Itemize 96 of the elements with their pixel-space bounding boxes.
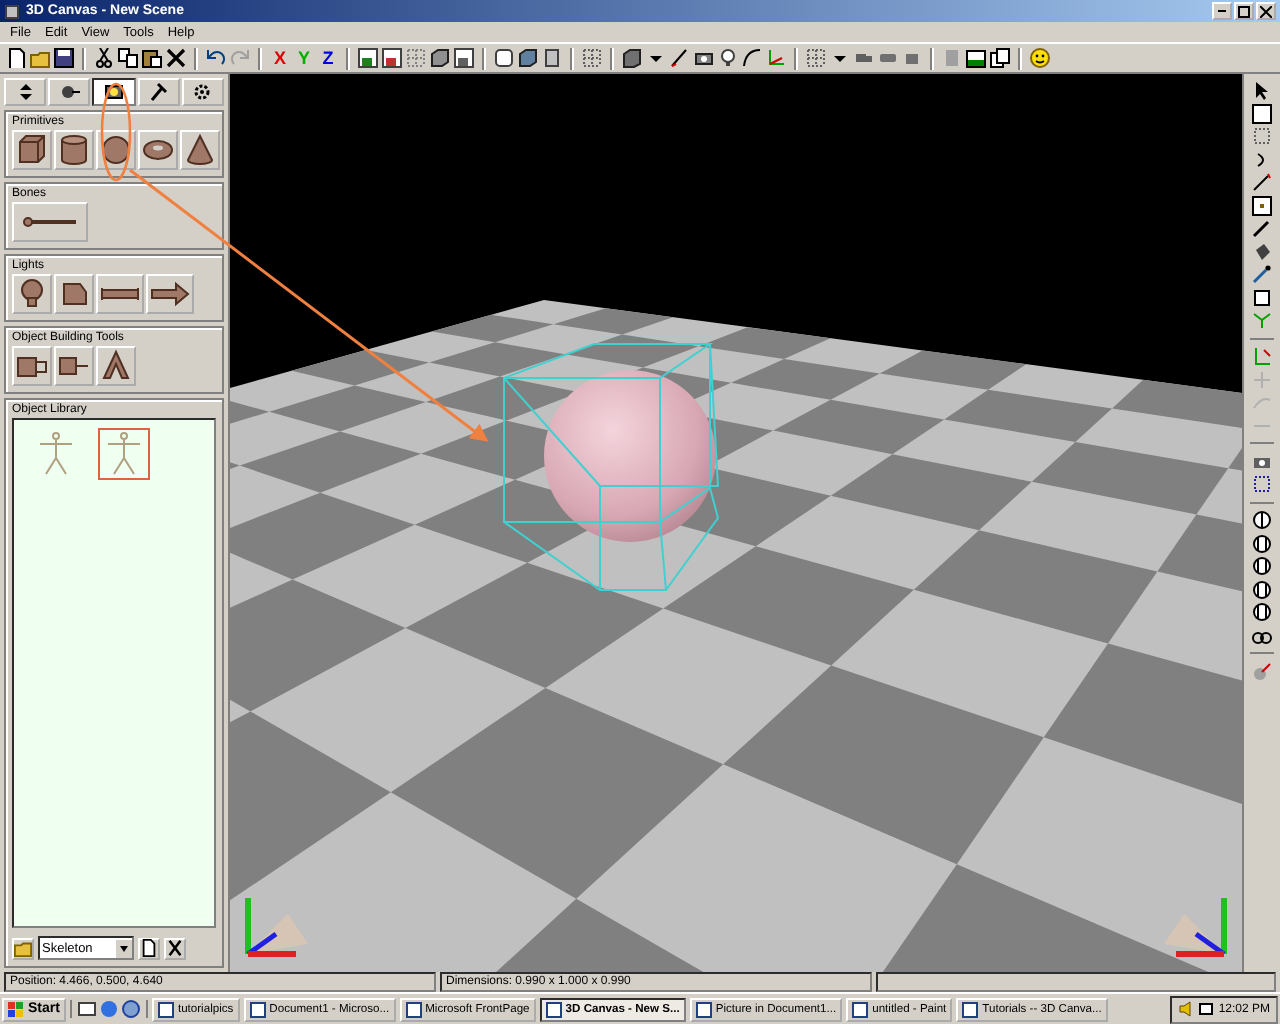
close-icon	[1260, 5, 1272, 17]
undo-icon[interactable]	[206, 48, 226, 68]
axis-toggle-button[interactable]: Z	[318, 48, 338, 68]
square-icon[interactable]	[1252, 287, 1273, 307]
tool-button[interactable]	[54, 346, 94, 386]
window-icon	[545, 1001, 562, 1017]
delete-x-icon[interactable]	[166, 48, 186, 68]
delete-x-icon	[166, 938, 184, 958]
dotted-square-icon[interactable]	[1252, 126, 1273, 146]
window-icon	[695, 1001, 712, 1017]
tool-button[interactable]	[54, 130, 94, 170]
dotted-square-icon[interactable]	[1252, 474, 1273, 494]
square-icon[interactable]	[1252, 103, 1273, 123]
desktop-icon[interactable]	[77, 1000, 96, 1018]
circle-icon[interactable]	[1252, 556, 1273, 576]
tool-button[interactable]	[12, 274, 52, 314]
app-icon	[4, 3, 20, 19]
frame-icon[interactable]	[358, 48, 378, 68]
small-block-icon[interactable]	[902, 48, 922, 68]
smiley-icon[interactable]	[1030, 48, 1050, 68]
axis-gizmo-drawing	[245, 898, 308, 957]
window-icon	[249, 1001, 266, 1017]
maximize-button[interactable]	[1234, 2, 1254, 20]
dropdown-arrow-icon	[116, 939, 132, 957]
window-icon	[852, 1001, 869, 1017]
cone-icon	[182, 132, 218, 168]
globe-icon[interactable]	[121, 1000, 140, 1018]
tool-button[interactable]	[138, 130, 178, 170]
window-icon	[962, 1001, 979, 1017]
tool-button[interactable]	[180, 130, 220, 170]
window-icon	[405, 1001, 422, 1017]
axes-icon[interactable]	[766, 48, 786, 68]
page-icon	[140, 938, 158, 958]
tool-button[interactable]	[54, 274, 94, 314]
letter-a-shape-icon	[98, 348, 134, 384]
new-item-button[interactable]	[138, 937, 160, 959]
dotted-grid-icon[interactable]	[806, 48, 826, 68]
axes-icon[interactable]	[1252, 346, 1273, 366]
hammer-icon	[148, 82, 169, 102]
paste-icon[interactable]	[142, 48, 162, 68]
minimize-icon	[1218, 10, 1226, 12]
circle-icon[interactable]	[1252, 533, 1273, 553]
open-folder-button[interactable]	[12, 937, 34, 959]
tool-button[interactable]	[12, 346, 52, 386]
landscape-icon[interactable]	[966, 48, 986, 68]
cube-icon[interactable]	[622, 48, 642, 68]
folder-icon[interactable]	[30, 48, 50, 68]
up-down-arrow-icon	[15, 82, 36, 102]
light-bulb-icon[interactable]	[718, 48, 738, 68]
tool-button[interactable]	[96, 346, 136, 386]
copy-icon[interactable]	[118, 48, 138, 68]
cube-icon[interactable]	[518, 48, 538, 68]
save-icon[interactable]	[54, 48, 74, 68]
library-item[interactable]	[98, 428, 150, 480]
sphere[interactable]	[544, 370, 716, 542]
window-icon	[157, 1001, 174, 1017]
magic-wand-icon[interactable]	[1252, 172, 1273, 192]
panel-tab[interactable]	[92, 78, 136, 106]
sphere-pen-icon[interactable]	[1252, 661, 1273, 681]
frame-icon[interactable]	[454, 48, 474, 68]
close-button[interactable]	[1256, 2, 1276, 20]
cylinder-icon	[56, 132, 92, 168]
dotted-square-icon[interactable]	[1252, 195, 1273, 215]
new-document-icon[interactable]	[6, 48, 26, 68]
dotted-grid-icon[interactable]	[582, 48, 602, 68]
tool-button[interactable]	[146, 274, 194, 314]
speaker-icon[interactable]	[1178, 1000, 1195, 1018]
delete-button[interactable]	[164, 937, 186, 959]
cube-icon	[14, 132, 50, 168]
tool-button[interactable]	[96, 274, 144, 314]
circle-icon[interactable]	[1252, 579, 1273, 599]
square-icon[interactable]	[542, 48, 562, 68]
cube-icon[interactable]	[430, 48, 450, 68]
scissors-icon[interactable]	[94, 48, 114, 68]
circle-icon[interactable]	[1252, 602, 1273, 622]
arrow-pointer-icon[interactable]	[1252, 80, 1273, 100]
curve-icon[interactable]	[742, 48, 762, 68]
annotation-ellipse	[100, 82, 132, 182]
cog-icon	[192, 82, 213, 102]
folder-icon	[14, 938, 32, 958]
minimize-button[interactable]	[1212, 2, 1232, 20]
bone-icon	[22, 216, 78, 228]
eyedropper-icon[interactable]	[1252, 264, 1273, 284]
arrow-light-icon	[148, 276, 192, 312]
camera-icon[interactable]	[694, 48, 714, 68]
axis-gizmo-drawing	[1164, 898, 1227, 957]
maximize-icon	[1238, 5, 1250, 17]
windows-icon[interactable]	[990, 48, 1010, 68]
windows-logo-icon	[8, 1001, 24, 1017]
frame-icon[interactable]	[382, 48, 402, 68]
pen-icon[interactable]	[670, 48, 690, 68]
tool-button[interactable]	[12, 202, 88, 242]
circle-icon[interactable]	[1252, 510, 1273, 530]
tool-button[interactable]	[12, 130, 52, 170]
rounded-square-icon[interactable]	[494, 48, 514, 68]
dotted-grid-icon[interactable]	[406, 48, 426, 68]
